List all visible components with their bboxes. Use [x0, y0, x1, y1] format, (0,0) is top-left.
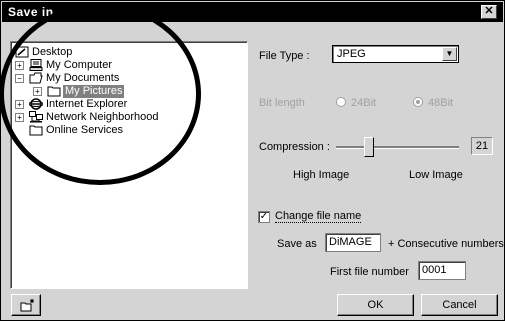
first-file-number-input[interactable]: 0001: [418, 261, 466, 280]
file-type-label: File Type :: [259, 50, 310, 62]
collapse-toggle[interactable]: −: [15, 74, 24, 83]
internet-explorer-icon: [29, 98, 43, 110]
save-dialog: Save in ✕ Desktop + My Computer − My Doc…: [0, 0, 505, 321]
expand-toggle[interactable]: +: [15, 113, 24, 122]
bit-length-label: Bit length: [259, 97, 305, 109]
low-image-label: Low Image: [409, 169, 463, 181]
tree-item-label: Internet Explorer: [46, 98, 128, 110]
save-as-input[interactable]: DiMAGE: [325, 233, 381, 252]
change-file-name-checkbox[interactable]: ✓: [258, 211, 270, 223]
folder-icon: [29, 125, 43, 136]
ok-button[interactable]: OK: [337, 294, 414, 316]
folder-tree[interactable]: Desktop + My Computer − My Documents + M…: [10, 41, 248, 289]
cancel-button[interactable]: Cancel: [421, 294, 498, 316]
new-folder-icon: [20, 299, 34, 312]
save-as-label: Save as: [277, 238, 317, 250]
radio-48bit-label: 48Bit: [428, 97, 454, 109]
file-type-value: JPEG: [337, 48, 366, 60]
consecutive-numbers-label: + Consecutive numbers: [388, 238, 504, 250]
high-image-label: High Image: [293, 169, 350, 181]
compression-value: 21: [471, 137, 493, 155]
title-bar[interactable]: Save in ✕: [2, 2, 503, 22]
tree-item-label: My Computer: [46, 59, 113, 71]
expand-toggle[interactable]: +: [15, 61, 24, 70]
file-type-select[interactable]: JPEG ▼: [332, 45, 459, 63]
chevron-down-icon[interactable]: ▼: [442, 47, 457, 61]
compression-slider-thumb[interactable]: [364, 137, 375, 157]
radio-24bit-label: 24Bit: [351, 97, 377, 109]
expand-toggle[interactable]: +: [15, 100, 24, 109]
tree-item-label: My Pictures: [63, 85, 125, 98]
folder-icon: [47, 86, 61, 97]
radio-48bit[interactable]: [413, 97, 423, 107]
radio-24bit[interactable]: [336, 97, 346, 107]
network-icon: [29, 111, 43, 123]
window-title: Save in: [8, 5, 54, 19]
tree-item-label: Network Neighborhood: [46, 111, 159, 123]
tree-item-label: Desktop: [32, 46, 73, 58]
first-file-number-label: First file number: [330, 266, 409, 278]
new-folder-button[interactable]: [11, 294, 41, 316]
close-button[interactable]: ✕: [481, 5, 497, 19]
desktop-icon: [15, 46, 29, 58]
folder-open-icon: [29, 72, 43, 84]
compression-label: Compression :: [259, 141, 330, 153]
compression-track[interactable]: [336, 146, 459, 149]
expand-toggle[interactable]: +: [33, 87, 42, 96]
tree-item-label: My Documents: [46, 72, 120, 84]
change-file-name-label: Change file name: [275, 210, 362, 223]
computer-icon: [29, 59, 43, 71]
tree-item-label: Online Services: [46, 124, 124, 136]
